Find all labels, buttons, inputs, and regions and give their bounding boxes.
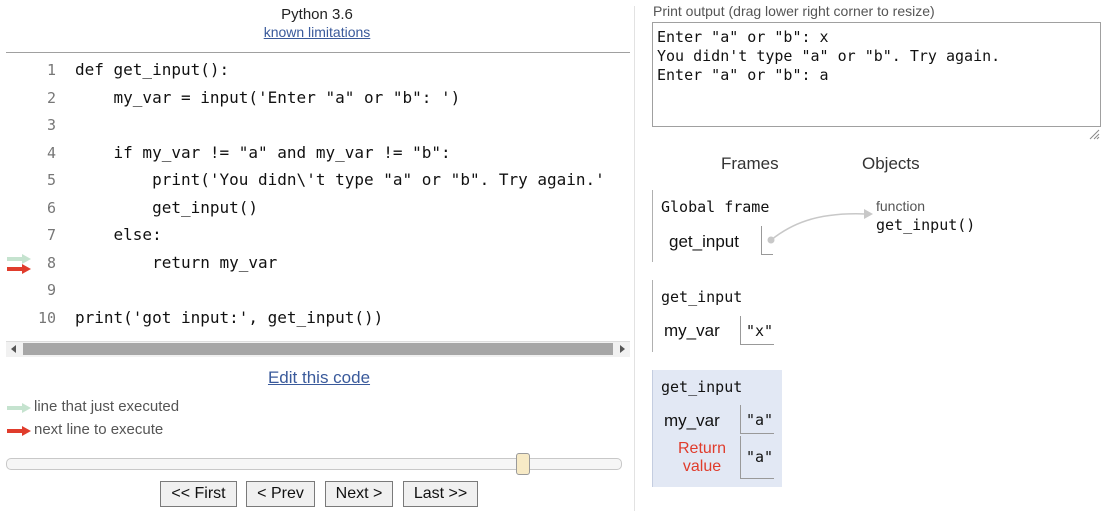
line-text: else: [75, 225, 162, 244]
output-line: Enter "a" or "b": x [657, 28, 829, 46]
code-listing: 1 def get_input(): 2 my_var = input('Ent… [0, 57, 630, 337]
last-button[interactable]: Last >> [403, 481, 478, 507]
code-line: 2 my_var = input('Enter "a" or "b": ') [0, 85, 630, 112]
line-number: 1 [46, 61, 56, 79]
just-executed-arrow-icon [7, 403, 31, 413]
line-text: get_input() [75, 197, 259, 217]
pointer-arrow-line [770, 213, 867, 241]
line-number: 6 [46, 198, 56, 217]
object-type-label: function [876, 198, 926, 214]
scrollbar-thumb[interactable] [23, 343, 613, 355]
line-text: if my_var != "a" and my_var != "b": [75, 142, 451, 162]
return-value: "a" [740, 436, 774, 479]
line-number: 4 [46, 143, 56, 162]
line-number: 3 [46, 116, 56, 134]
variable-value: "x" [740, 316, 774, 345]
code-line-current: 8 return my_var [0, 250, 630, 277]
function-object: get_input() [876, 216, 976, 234]
resize-grip-icon[interactable] [1088, 128, 1100, 140]
scroll-left-arrow-icon[interactable] [11, 345, 16, 353]
active-stack-frame: get_input my_var "a" Return value "a" [652, 370, 782, 487]
frame-name: Global frame [661, 198, 770, 216]
pointer-slot [761, 226, 773, 255]
legend-label: next line to execute [34, 421, 164, 438]
stack-frame: get_input my_var "x" [652, 280, 782, 352]
line-number: 2 [46, 88, 56, 107]
next-line-arrow-icon [7, 426, 31, 436]
output-line: Enter "a" or "b": a [657, 66, 829, 84]
panel-divider [634, 6, 635, 511]
pointer-arrowhead-icon [864, 209, 873, 219]
print-output-box[interactable]: Enter "a" or "b": x You didn't type "a" … [652, 22, 1101, 127]
line-text: print('got input:', get_input()) [75, 307, 384, 327]
known-limitations-link[interactable]: known limitations [0, 24, 634, 40]
first-button[interactable]: << First [160, 481, 237, 507]
step-slider-handle[interactable] [516, 453, 531, 475]
frame-name: get_input [661, 378, 743, 396]
print-output-label: Print output (drag lower right corner to… [653, 3, 935, 19]
code-line: 7 else: [0, 222, 630, 249]
variable-name: my_var [664, 411, 720, 430]
code-horizontal-scrollbar[interactable] [6, 341, 630, 357]
return-value-label: Return value [677, 440, 727, 475]
line-number: 5 [46, 171, 56, 189]
edit-code-link[interactable]: Edit this code [0, 368, 638, 388]
next-button[interactable]: Next > [325, 481, 393, 507]
scroll-right-arrow-icon[interactable] [620, 345, 625, 353]
line-text: my_var = input('Enter "a" or "b": ') [75, 87, 461, 107]
output-line: You didn't type "a" or "b". Try again. [657, 47, 1001, 65]
objects-heading: Objects [862, 154, 920, 173]
code-line: 4 if my_var != "a" and my_var != "b": [0, 140, 630, 167]
code-line: 9 [0, 277, 630, 304]
prev-button[interactable]: < Prev [246, 481, 315, 507]
global-frame: Global frame get_input [652, 190, 782, 262]
frame-name: get_input [661, 288, 743, 306]
line-number: 10 [37, 308, 56, 327]
line-number: 7 [46, 226, 56, 244]
line-number: 9 [46, 281, 56, 299]
code-line: 10 print('got input:', get_input()) [0, 305, 630, 332]
code-line: 6 get_input() [0, 195, 630, 222]
frames-heading: Frames [721, 154, 779, 173]
code-panel: Python 3.6 known limitations 1 def get_i… [0, 0, 634, 511]
variable-name: get_input [669, 232, 739, 251]
line-text: def get_input(): [75, 60, 230, 79]
legend-label: line that just executed [34, 398, 180, 415]
line-text: print('You didn\'t type "a" or "b". Try … [75, 170, 605, 189]
code-line: 5 print('You didn\'t type "a" or "b". Tr… [0, 167, 630, 194]
variable-name: my_var [664, 321, 720, 340]
code-top-divider [6, 52, 630, 53]
code-line: 1 def get_input(): [0, 57, 630, 84]
language-title: Python 3.6 [281, 6, 353, 23]
variable-value: "a" [740, 405, 774, 434]
line-number: 8 [46, 253, 56, 272]
code-line: 3 [0, 112, 630, 139]
line-text: return my_var [75, 252, 278, 272]
